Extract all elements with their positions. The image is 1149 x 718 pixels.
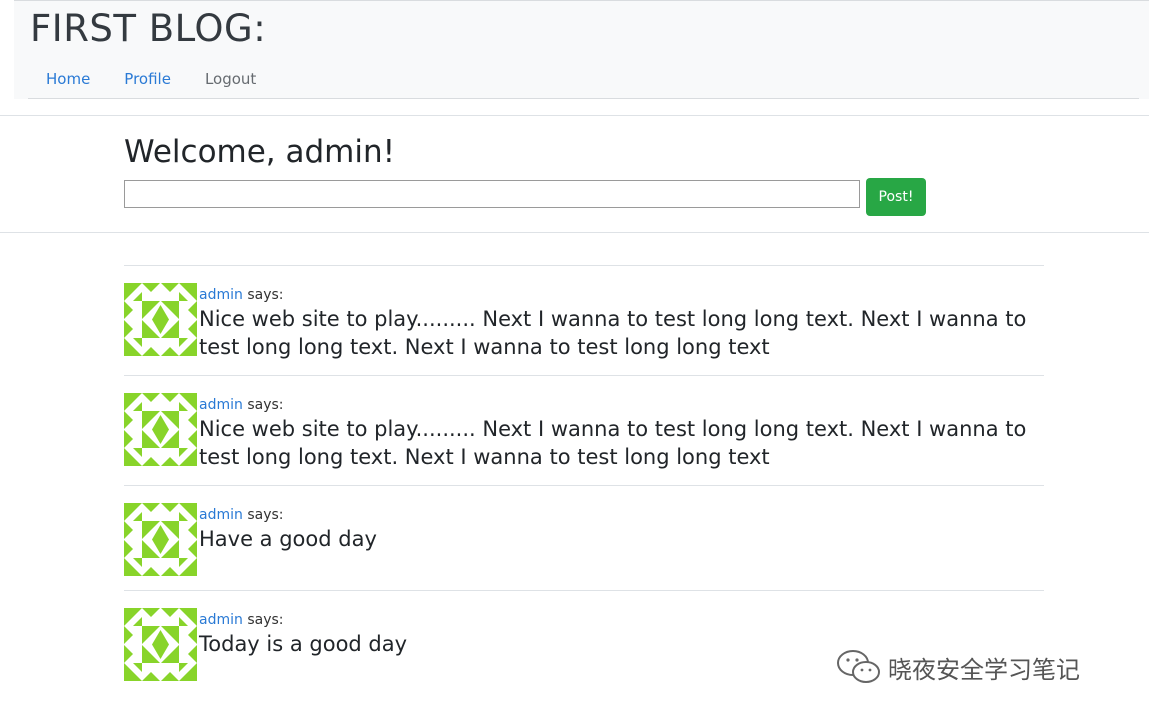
nav-divider [28, 98, 1139, 99]
post-content: Nice web site to play......... Next I wa… [199, 417, 1027, 469]
nav-logout-link[interactable]: Logout [205, 70, 256, 88]
nav-home-link[interactable]: Home [46, 70, 90, 88]
post-content: Have a good day [199, 527, 377, 551]
site-header: FIRST BLOG: Home Profile Logout [14, 0, 1149, 99]
avatar-identicon [124, 283, 197, 356]
wechat-icon [837, 650, 880, 683]
post-button[interactable]: Post! [866, 178, 926, 216]
watermark-text: 晓夜安全学习笔记 [888, 655, 1080, 684]
avatar-identicon [124, 608, 197, 681]
post-input[interactable] [124, 180, 860, 208]
author-link[interactable]: admin [199, 287, 243, 303]
author-link[interactable]: admin [199, 612, 243, 628]
author-link[interactable]: admin [199, 397, 243, 413]
avatar-identicon [124, 393, 197, 466]
post-meta: admin says: [199, 285, 1039, 305]
says-label: says: [242, 287, 284, 303]
nav-profile-link[interactable]: Profile [124, 70, 171, 88]
main-nav: Home Profile Logout [46, 70, 290, 88]
post-item: admin says: Nice web site to play.......… [124, 265, 1044, 375]
post-meta: admin says: [199, 610, 1039, 630]
header-divider [0, 115, 1149, 116]
says-label: says: [242, 612, 284, 628]
post-list: admin says: Nice web site to play.......… [124, 265, 1044, 695]
composer-divider [0, 232, 1149, 233]
author-link[interactable]: admin [199, 507, 243, 523]
watermark: 晓夜安全学习笔记 [836, 648, 1080, 686]
post-content: Nice web site to play......... Next I wa… [199, 307, 1027, 359]
says-label: says: [242, 397, 284, 413]
welcome-heading: Welcome, admin! [124, 134, 396, 170]
says-label: says: [242, 507, 284, 523]
post-item: admin says: Nice web site to play.......… [124, 375, 1044, 485]
post-meta: admin says: [199, 395, 1039, 415]
post-meta: admin says: [199, 505, 1039, 525]
avatar-identicon [124, 503, 197, 576]
site-title: FIRST BLOG: [30, 7, 267, 50]
post-item: admin says: Have a good day [124, 485, 1044, 590]
